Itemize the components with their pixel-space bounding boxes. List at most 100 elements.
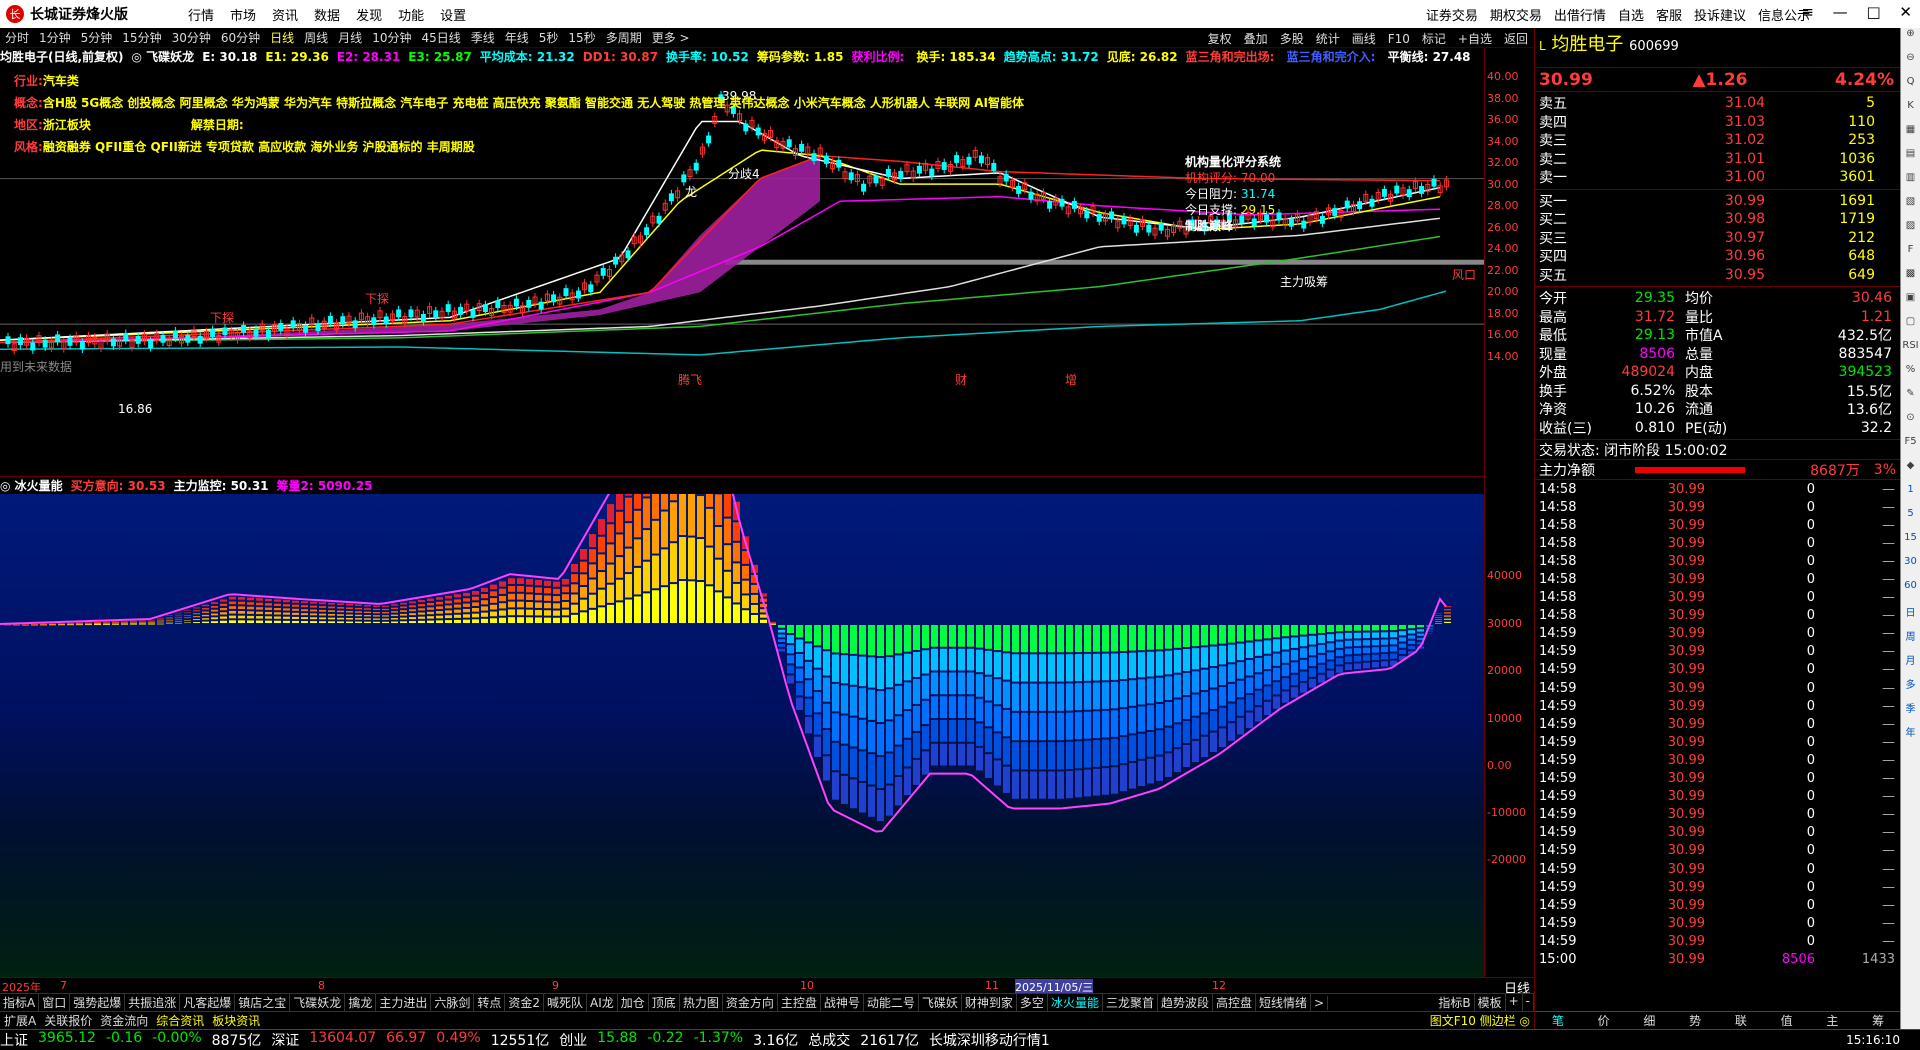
period-8[interactable]: 月线 xyxy=(338,29,362,46)
tool-icon[interactable]: ▥ xyxy=(1901,172,1920,196)
main-kline-chart[interactable]: 39.98 16.86 龙分歧4 下探 下探 主力吸筹 风口 腾飞财增用到未来数据 行业:汽车… xyxy=(0,66,1484,476)
indicator-tab[interactable]: 冰火量能 xyxy=(1048,994,1103,1011)
tool-icon[interactable]: ◆ xyxy=(1901,460,1920,484)
tool-icon[interactable]: ✎ xyxy=(1901,388,1920,412)
extension-tab[interactable]: 关联报价 xyxy=(40,1012,96,1029)
tool-icon[interactable]: 30 xyxy=(1901,556,1920,580)
indicator-tab-right[interactable]: + xyxy=(1506,994,1523,1011)
indicator-tab[interactable]: 动能二号 xyxy=(864,994,919,1011)
indicator-tab[interactable]: 镇店之宝 xyxy=(235,994,291,1011)
chart-tool-0[interactable]: 复权 xyxy=(1208,32,1232,46)
tool-icon[interactable]: ▨ xyxy=(1901,220,1920,244)
indicator-tab[interactable]: 高控盘 xyxy=(1213,994,1256,1011)
tool-icon[interactable]: ▤ xyxy=(1901,148,1920,172)
indicator-tab[interactable]: 多空 xyxy=(1017,994,1048,1011)
period-4[interactable]: 30分钟 xyxy=(172,29,211,46)
indicator-tab[interactable]: 擒龙 xyxy=(345,994,377,1011)
indicator-tab[interactable]: 资金方向 xyxy=(723,994,778,1011)
indicator-tab[interactable]: 指标A xyxy=(0,994,40,1011)
menu-icon[interactable]: ≡ xyxy=(1801,3,1814,21)
indicator-tab-right[interactable]: - xyxy=(1523,994,1534,1011)
period-10[interactable]: 45日线 xyxy=(421,29,460,46)
indicator-tab[interactable]: 趋势波段 xyxy=(1158,994,1213,1011)
minimize-icon[interactable]: — xyxy=(1833,3,1848,21)
period-2[interactable]: 5分钟 xyxy=(81,29,113,46)
quote-tab[interactable]: 主 xyxy=(1810,1012,1856,1029)
indicator-tab[interactable]: 财神到家 xyxy=(962,994,1017,1011)
quote-tab[interactable]: 笔 xyxy=(1535,1012,1581,1029)
chart-tool-2[interactable]: 多股 xyxy=(1280,32,1304,46)
period-5[interactable]: 60分钟 xyxy=(221,29,260,46)
indicator-tab[interactable]: 资金2 xyxy=(505,994,545,1011)
indicator-tab[interactable]: 凡客起爆 xyxy=(180,994,236,1011)
right-menu-1[interactable]: 期权交易 xyxy=(1490,9,1542,24)
right-menu-4[interactable]: 客服 xyxy=(1656,9,1682,24)
indicator-tab[interactable]: 三龙聚首 xyxy=(1103,994,1158,1011)
tool-icon[interactable]: F5 xyxy=(1901,436,1920,460)
chart-tool-6[interactable]: 标记 xyxy=(1422,32,1446,46)
tool-icon[interactable]: RSI xyxy=(1901,340,1920,364)
quote-tab[interactable]: 势 xyxy=(1672,1012,1718,1029)
period-3[interactable]: 15分钟 xyxy=(122,29,161,46)
tool-icon[interactable]: Q xyxy=(1901,76,1920,100)
quote-tab[interactable]: 价 xyxy=(1581,1012,1627,1029)
volume-energy-chart[interactable] xyxy=(0,494,1484,977)
sidebar-toggle[interactable]: 图文F10 侧边栏 ◎ xyxy=(1426,1012,1534,1029)
tool-icon[interactable]: 1 xyxy=(1901,484,1920,508)
indicator-tab[interactable]: 喊死队 xyxy=(544,994,588,1011)
tool-icon[interactable]: ▩ xyxy=(1901,268,1920,292)
indicator-tab[interactable]: 窗口 xyxy=(39,994,71,1011)
indicator-tab[interactable]: 热力图 xyxy=(680,994,723,1011)
tool-icon[interactable]: 季 xyxy=(1901,700,1920,724)
chart-tool-5[interactable]: F10 xyxy=(1388,32,1410,46)
quote-tab[interactable]: 值 xyxy=(1764,1012,1810,1029)
indicator-tab[interactable]: 短线情绪 xyxy=(1256,994,1312,1011)
menu-4[interactable]: 发现 xyxy=(356,9,382,24)
right-menu-0[interactable]: 证券交易 xyxy=(1426,9,1478,24)
right-menu-2[interactable]: 出借行情 xyxy=(1554,9,1606,24)
extension-tab[interactable]: 综合资讯 xyxy=(152,1012,208,1029)
period-0[interactable]: 分时 xyxy=(5,29,29,46)
tool-icon[interactable]: 多 xyxy=(1901,676,1920,700)
indicator-tab[interactable]: 六脉剑 xyxy=(431,994,475,1011)
indicator-tab[interactable]: 主力进出 xyxy=(376,994,432,1011)
tool-icon[interactable]: ▧ xyxy=(1901,196,1920,220)
right-menu-3[interactable]: 自选 xyxy=(1618,9,1644,24)
tool-icon[interactable]: ⊖ xyxy=(1901,52,1920,76)
chart-tool-8[interactable]: 返回 xyxy=(1504,32,1528,46)
period-15[interactable]: 多周期 xyxy=(606,29,642,46)
tool-icon[interactable]: ⊕ xyxy=(1901,28,1920,52)
tool-icon[interactable]: 日 xyxy=(1901,604,1920,628)
period-13[interactable]: 5秒 xyxy=(539,29,559,46)
extension-tab[interactable]: 资金流向 xyxy=(96,1012,152,1029)
indicator-tab[interactable]: 强势起爆 xyxy=(70,994,126,1011)
indicator-tab[interactable]: 转点 xyxy=(474,994,506,1011)
period-9[interactable]: 10分钟 xyxy=(372,29,411,46)
indicator-tab-right[interactable]: 指标B xyxy=(1435,994,1475,1011)
menu-5[interactable]: 功能 xyxy=(398,9,424,24)
indicator-tab[interactable]: 主控盘 xyxy=(778,994,821,1011)
tool-icon[interactable]: 月 xyxy=(1901,652,1920,676)
extension-tab[interactable]: 扩展A xyxy=(0,1012,40,1029)
indicator-tab[interactable]: 加仓 xyxy=(618,994,649,1011)
tool-icon[interactable]: F xyxy=(1901,244,1920,268)
tool-icon[interactable]: ▦ xyxy=(1901,124,1920,148)
tool-icon[interactable]: K xyxy=(1901,100,1920,124)
tool-icon[interactable]: ▣ xyxy=(1901,292,1920,316)
period-14[interactable]: 15秒 xyxy=(568,29,595,46)
indicator-tab[interactable]: > xyxy=(1311,995,1329,1010)
period-6[interactable]: 日线 xyxy=(270,29,294,46)
chart-tool-3[interactable]: 统计 xyxy=(1316,32,1340,46)
period-1[interactable]: 1分钟 xyxy=(39,29,71,46)
chart-tool-1[interactable]: 叠加 xyxy=(1244,32,1268,46)
period-16[interactable]: 更多 > xyxy=(652,29,690,46)
tool-icon[interactable]: ▢ xyxy=(1901,316,1920,340)
quote-tab[interactable]: 筹 xyxy=(1855,1012,1901,1029)
menu-0[interactable]: 行情 xyxy=(188,9,214,24)
extension-tab[interactable]: 板块资讯 xyxy=(208,1012,264,1029)
tool-icon[interactable]: 年 xyxy=(1901,724,1920,748)
maximize-icon[interactable]: □ xyxy=(1866,3,1880,21)
period-7[interactable]: 周线 xyxy=(304,29,328,46)
indicator-tab[interactable]: 战神号 xyxy=(821,994,864,1011)
tool-icon[interactable]: 60 xyxy=(1901,580,1920,604)
